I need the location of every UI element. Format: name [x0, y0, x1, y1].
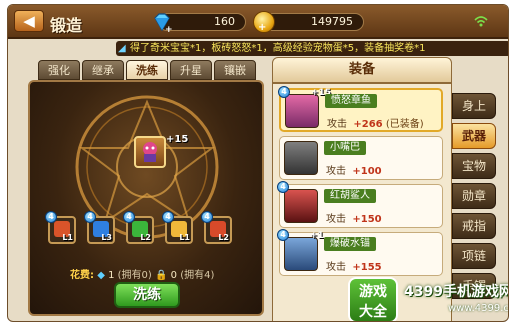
refine-panel: +15 4 L1 4 L3 4 L2 4 L1 4 L2 花费: ◆ 1 (拥有…: [28, 80, 264, 316]
equipment-stat: 攻击 +150: [326, 210, 382, 225]
tab-inherit[interactable]: 继承: [82, 60, 124, 80]
material-slots: 4 L1 4 L3 4 L2 4 L1 4 L2: [45, 211, 232, 244]
diamond-icon: ◆: [97, 270, 105, 281]
top-bar: ◀ 锻造 160 + 149795 +: [8, 5, 508, 39]
stat-value: +155: [352, 262, 382, 273]
refine-cost: 花费: ◆ 1 (拥有0) 🔒 0 (拥有4): [70, 266, 214, 281]
octopus-weapon-icon: [285, 94, 319, 128]
cost-owned-2: (拥有4): [180, 270, 215, 281]
refine-button[interactable]: 洗练: [114, 282, 180, 308]
slot-tab-body[interactable]: 身上: [452, 93, 496, 119]
equipment-stat: 攻击 +100: [326, 162, 382, 177]
material-level: L2: [218, 233, 229, 242]
equipment-header: 装备: [272, 57, 452, 83]
equipment-name: 爆破水锚: [324, 237, 376, 251]
stat-value: +100: [352, 166, 382, 177]
broadcast-ticker: ◢ 得了奇米宝宝*1，板砖怒怒*1，高级经验宠物蛋*5，装备抽奖卷*1: [116, 41, 508, 56]
page-title: 锻造: [50, 16, 83, 35]
back-arrow-icon[interactable]: ◀: [14, 10, 44, 32]
material-slot[interactable]: 4 L1: [45, 211, 76, 244]
material-slot[interactable]: 4 L1: [162, 211, 193, 244]
gold-counter: 149795: [260, 13, 364, 31]
lock-icon: 🔒: [155, 270, 168, 281]
svg-text:+: +: [165, 25, 173, 33]
logo-line-1: 游戏: [359, 284, 387, 300]
equipment-stat: 攻击 +266 (已装备): [327, 115, 424, 130]
cost-value-2: 0: [170, 270, 178, 281]
slot-tab-medal[interactable]: 勋章: [452, 183, 496, 209]
material-count: 4: [123, 211, 135, 223]
equipment-item[interactable]: 4 +15 愤怒章鱼 攻击 +266 (已装备): [278, 86, 443, 132]
add-gold-icon[interactable]: +: [258, 22, 266, 33]
material-level: L1: [179, 233, 190, 242]
item-enhance-level: +15: [166, 134, 189, 145]
equipment-stat: 攻击 +155: [326, 258, 382, 273]
material-count: 4: [201, 211, 213, 223]
refine-target-item[interactable]: [134, 136, 166, 168]
octopus-weapon-icon: [143, 142, 157, 162]
cost-value-1: 1: [108, 270, 115, 281]
material-count: 4: [45, 211, 57, 223]
equipment-name: 小嘴巴: [324, 141, 366, 155]
forge-screen: ◀ 锻造 160 + 149795 + ◢ 得了奇米宝宝*1，板砖怒怒*1，高级…: [7, 4, 509, 322]
equipment-name: 愤怒章鱼: [325, 94, 377, 108]
material-level: L1: [62, 233, 73, 242]
material-slot[interactable]: 4 L2: [123, 211, 154, 244]
equipment-item[interactable]: 4 红胡鲨人 攻击 +150: [277, 181, 443, 228]
shark-weapon-icon: [284, 189, 318, 223]
stat-label: 攻击: [327, 119, 347, 130]
slot-tab-treasure[interactable]: 宝物: [452, 153, 496, 179]
anchor-weapon-icon: [284, 237, 318, 271]
slot-tab-necklace[interactable]: 项链: [452, 243, 496, 269]
stat-label: 攻击: [326, 214, 346, 225]
tab-refine[interactable]: 洗练: [126, 60, 168, 80]
diamond-icon[interactable]: +: [151, 11, 173, 33]
site-logo: 游戏 大全: [348, 277, 398, 321]
slot-tab-ring[interactable]: 戒指: [452, 213, 496, 239]
material-slot[interactable]: 4 L3: [84, 211, 115, 244]
gauntlet-weapon-icon: [284, 141, 318, 175]
tab-star-up[interactable]: 升星: [170, 60, 212, 80]
cost-label: 花费:: [70, 270, 94, 281]
equipment-badge: 4: [278, 86, 290, 98]
slot-tab-weapon[interactable]: 武器: [452, 123, 496, 149]
equipped-note: (已装备): [385, 119, 424, 130]
equipment-name: 红胡鲨人: [324, 189, 376, 203]
material-count: 4: [162, 211, 174, 223]
logo-line-2: 大全: [359, 304, 387, 320]
equipment-item[interactable]: 小嘴巴 攻击 +100: [279, 136, 443, 180]
watermark: 游戏 大全 4399手机游戏网 www.4399.cn: [348, 277, 509, 321]
tab-inlay[interactable]: 镶嵌: [214, 60, 256, 80]
tab-enhance[interactable]: 强化: [38, 60, 80, 80]
stat-label: 攻击: [326, 262, 346, 273]
stat-value: +150: [352, 214, 382, 225]
watermark-url: www.4399.cn: [448, 303, 509, 314]
speaker-icon: ◢: [118, 43, 126, 54]
material-count: 4: [84, 211, 96, 223]
material-level: L3: [101, 233, 112, 242]
material-level: L2: [140, 233, 151, 242]
ticker-text: 得了奇米宝宝*1，板砖怒怒*1，高级经验宠物蛋*5，装备抽奖卷*1: [130, 43, 426, 54]
wifi-icon: [474, 16, 488, 27]
cost-owned-1: (拥有0): [117, 270, 152, 281]
forge-tabs: 强化 继承 洗练 升星 镶嵌: [38, 60, 256, 80]
equipment-plus: +1: [310, 231, 324, 241]
equipment-item[interactable]: 4 +1 爆破水锚 攻击 +155: [277, 229, 443, 276]
equipment-badge: 4: [277, 229, 289, 241]
material-slot[interactable]: 4 L2: [201, 211, 232, 244]
stat-value: +266: [353, 119, 383, 130]
watermark-text: 4399手机游戏网: [404, 284, 509, 300]
stat-label: 攻击: [326, 166, 346, 177]
equipment-badge: 4: [277, 181, 289, 193]
